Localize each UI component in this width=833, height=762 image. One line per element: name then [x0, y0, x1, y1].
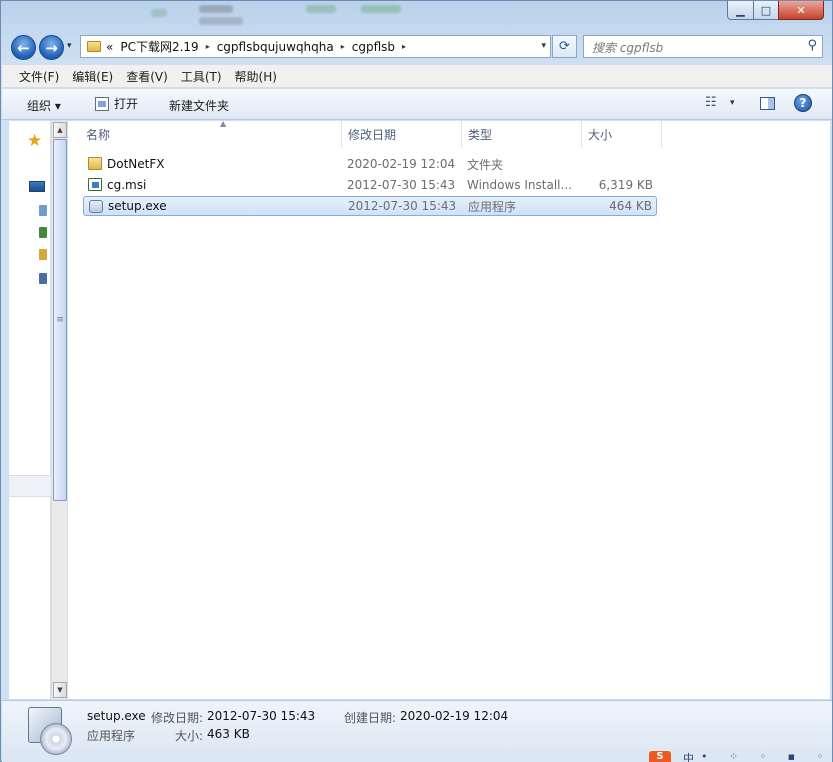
- navigation-scrollbar[interactable]: ▲ ≡ ▼: [51, 121, 67, 699]
- installer-icon: [22, 705, 76, 755]
- breadcrumb-item[interactable]: cgpflsb: [352, 40, 395, 54]
- sort-ascending-icon: ▲: [220, 119, 227, 128]
- menu-help[interactable]: 帮助(H): [235, 68, 277, 85]
- back-button[interactable]: ←: [11, 35, 36, 60]
- forward-button[interactable]: →: [39, 35, 64, 60]
- favorites-star-icon[interactable]: ★: [27, 131, 42, 151]
- breadcrumb-separator-icon[interactable]: ▸: [206, 42, 210, 51]
- file-type: 应用程序: [468, 199, 517, 214]
- network-icon[interactable]: [39, 273, 47, 284]
- address-bar[interactable]: « PC下载网2.19 ▸ cgpflsbqujuwqhqha ▸ cgpfls…: [80, 35, 551, 58]
- open-icon: [95, 96, 109, 111]
- file-name: setup.exe: [108, 199, 167, 213]
- file-name: DotNetFX: [107, 157, 165, 171]
- address-dropdown-icon[interactable]: ▾: [541, 41, 546, 51]
- column-name-label: 名称: [86, 128, 111, 142]
- folder-icon: [87, 41, 101, 52]
- details-created-value: 2020-02-19 12:04: [400, 709, 509, 723]
- ime-toolbar: S 中 • ⁘ ◦ ▪ ◦: [649, 749, 833, 762]
- minimize-button[interactable]: ▁: [727, 1, 754, 20]
- search-placeholder: 搜索 cgpflsb: [592, 41, 664, 55]
- recent-pages-dropdown[interactable]: ▾: [67, 41, 72, 51]
- details-created-label: 创建日期:: [344, 711, 397, 725]
- details-size-label: 大小:: [175, 729, 204, 743]
- file-type: 文件夹: [467, 157, 504, 172]
- file-row-setup-exe[interactable]: setup.exe 2012-07-30 15:43 应用程序 464 KB: [83, 196, 657, 216]
- details-file-name: setup.exe: [87, 709, 146, 723]
- menu-file[interactable]: 文件(F): [19, 68, 59, 85]
- explorer-window: ▁ □ ✕ ← → ▾ « PC下载网2.19 ▸ cgpflsbqujuwqh…: [0, 0, 833, 762]
- navigation-bar: ← → ▾ « PC下载网2.19 ▸ cgpflsbqujuwqhqha ▸ …: [1, 31, 833, 63]
- homegroup-icon[interactable]: [39, 227, 47, 238]
- file-date: 2012-07-30 15:43: [348, 199, 457, 213]
- file-name: cg.msi: [107, 178, 147, 192]
- desktop-icon[interactable]: [29, 181, 45, 192]
- scroll-up-icon[interactable]: ▲: [53, 122, 67, 138]
- folder-icon: [88, 157, 102, 170]
- details-type-value: 应用程序: [87, 729, 136, 743]
- column-type[interactable]: 类型: [462, 121, 582, 148]
- help-icon[interactable]: ?: [794, 94, 812, 112]
- menu-view[interactable]: 查看(V): [126, 68, 168, 85]
- menu-bar: 文件(F) 编辑(E) 查看(V) 工具(T) 帮助(H): [2, 65, 832, 88]
- views-icon[interactable]: ☷: [705, 95, 717, 110]
- views-dropdown-icon[interactable]: ▾: [730, 98, 735, 108]
- computer-icon[interactable]: [39, 249, 47, 260]
- libraries-icon[interactable]: [39, 205, 47, 216]
- close-button[interactable]: ✕: [778, 1, 824, 20]
- column-size[interactable]: 大小: [582, 121, 662, 148]
- details-modified-label: 修改日期:: [151, 711, 204, 725]
- file-date: 2012-07-30 15:43: [347, 178, 456, 192]
- column-header: 名称 ▲ 修改日期 类型 大小: [68, 119, 830, 148]
- file-type: Windows Install...: [467, 178, 572, 192]
- breadcrumb-separator-icon[interactable]: ▸: [341, 42, 345, 51]
- scroll-down-icon[interactable]: ▼: [53, 682, 67, 698]
- ime-tool-icons[interactable]: • ⁘ ◦ ▪ ◦: [701, 750, 832, 762]
- cd-disc-icon: [40, 723, 72, 755]
- search-icon[interactable]: ⚲: [807, 38, 817, 53]
- file-row-cg-msi[interactable]: cg.msi 2012-07-30 15:43 Windows Install.…: [83, 175, 657, 195]
- title-bar-blur: [151, 3, 421, 25]
- breadcrumb-overflow[interactable]: «: [106, 40, 113, 54]
- navigation-pane: ★: [9, 121, 51, 699]
- msi-installer-icon: [88, 178, 102, 191]
- refresh-button[interactable]: ⟳: [552, 35, 577, 58]
- navigation-pane-gap: [9, 475, 51, 497]
- scrollbar-thumb[interactable]: ≡: [53, 139, 67, 501]
- file-size: 6,319 KB: [598, 178, 653, 192]
- column-date[interactable]: 修改日期: [342, 121, 462, 148]
- file-list: 名称 ▲ 修改日期 类型 大小 DotNetFX 2020-02-19 12:0…: [68, 119, 830, 699]
- file-row-dotnetfx[interactable]: DotNetFX 2020-02-19 12:04 文件夹: [83, 154, 657, 174]
- file-size: 464 KB: [609, 199, 652, 213]
- command-bar: 组织 ▾ 打开 新建文件夹 ☷ ▾ ?: [2, 89, 832, 120]
- organize-button[interactable]: 组织 ▾: [27, 97, 61, 114]
- open-button[interactable]: 打开: [95, 95, 138, 112]
- preview-pane-icon[interactable]: [760, 97, 775, 110]
- open-label: 打开: [114, 97, 139, 111]
- setup-exe-icon: [89, 200, 103, 213]
- maximize-button[interactable]: □: [753, 1, 779, 20]
- ime-mode-toggle[interactable]: 中: [683, 750, 694, 762]
- new-folder-button[interactable]: 新建文件夹: [169, 97, 229, 114]
- file-date: 2020-02-19 12:04: [347, 157, 456, 171]
- menu-tools[interactable]: 工具(T): [181, 68, 222, 85]
- column-name[interactable]: 名称 ▲: [80, 119, 342, 148]
- breadcrumb-separator-icon[interactable]: ▸: [402, 42, 406, 51]
- search-input[interactable]: 搜索 cgpflsb ⚲: [583, 35, 823, 58]
- details-modified-value: 2012-07-30 15:43: [207, 709, 316, 723]
- breadcrumb-item[interactable]: PC下载网2.19: [120, 38, 198, 55]
- ime-logo-icon[interactable]: S: [649, 751, 671, 762]
- menu-edit[interactable]: 编辑(E): [72, 68, 113, 85]
- breadcrumb-item[interactable]: cgpflsbqujuwqhqha: [217, 40, 334, 54]
- details-size-value: 463 KB: [207, 727, 250, 741]
